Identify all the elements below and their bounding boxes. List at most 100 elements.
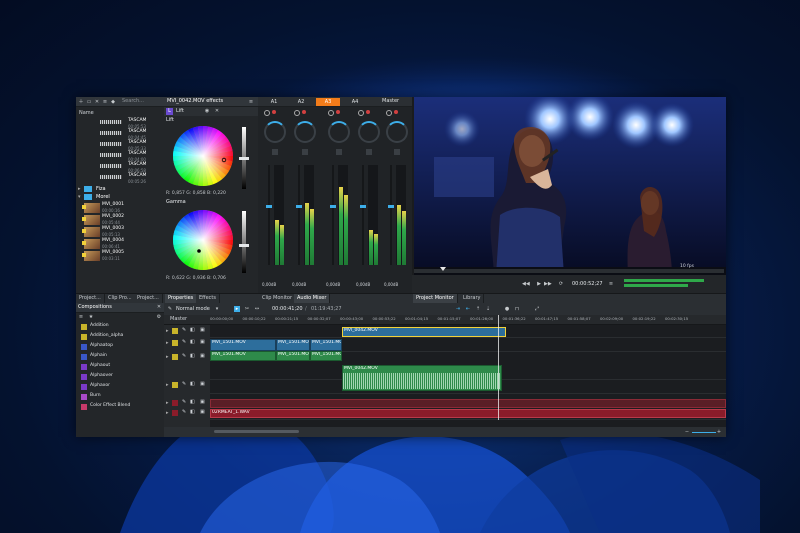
composition-item[interactable]: Alphaover bbox=[90, 373, 113, 379]
fader-handle[interactable] bbox=[360, 205, 366, 208]
timeline-ruler[interactable]: Master 00:00:00;00 00:00:10;22 00:00:21;15… bbox=[164, 315, 726, 325]
fader-track[interactable] bbox=[362, 165, 364, 265]
composition-item[interactable]: Alphain bbox=[90, 353, 107, 359]
chevron-icon[interactable]: ▸ bbox=[78, 187, 81, 192]
mixer-channel-tab[interactable]: A1 bbox=[262, 98, 286, 106]
track-expand-icon[interactable]: ▸ bbox=[166, 355, 169, 360]
bin-search-input[interactable]: Search... bbox=[122, 99, 144, 104]
fader-handle[interactable] bbox=[266, 205, 272, 208]
fader-track[interactable] bbox=[268, 165, 270, 265]
tab-project-monitor[interactable]: Project Monitor bbox=[413, 294, 458, 303]
track-lock-icon[interactable]: ▣ bbox=[200, 328, 205, 333]
lift-icon[interactable]: ⇡ bbox=[475, 306, 481, 312]
mixer-channel-tab[interactable]: A3 bbox=[316, 98, 340, 106]
tab-audio-mixer[interactable]: Audio Mixer bbox=[294, 294, 331, 303]
loop-icon[interactable]: ⟳ bbox=[558, 281, 564, 287]
timeline-clip-v2[interactable]: MVI_1501.MOV bbox=[210, 339, 276, 351]
star-icon[interactable]: ★ bbox=[88, 314, 94, 320]
spacer-tool-icon[interactable]: ↔ bbox=[254, 306, 260, 312]
composition-item[interactable]: Color Effect Blend bbox=[90, 403, 130, 409]
delete-icon[interactable]: ✕ bbox=[94, 99, 100, 105]
timeline-scrollbar[interactable] bbox=[214, 430, 299, 433]
fader-track[interactable] bbox=[298, 165, 300, 265]
zoom-out-icon[interactable]: − bbox=[684, 429, 690, 435]
monitor-ruler[interactable] bbox=[414, 269, 724, 273]
monitor-timecode[interactable]: 00:00:52;27 bbox=[572, 282, 603, 287]
timeline-clip-a2[interactable]: MVI_0042.MOV bbox=[342, 365, 502, 391]
fader-handle[interactable] bbox=[330, 205, 336, 208]
headphone-icon[interactable] bbox=[328, 110, 334, 116]
track-visibility-icon[interactable]: ◧ bbox=[190, 382, 195, 387]
forward-icon[interactable]: ▶▶ bbox=[544, 281, 552, 287]
headphone-icon[interactable] bbox=[294, 110, 300, 116]
timeline-edit-icon[interactable]: ✎ bbox=[167, 306, 173, 312]
record-icon[interactable]: ● bbox=[504, 306, 510, 312]
bin-video-clip-name[interactable]: MVI_0001 bbox=[102, 202, 124, 208]
lift-color-wheel[interactable] bbox=[172, 125, 234, 187]
headphone-icon[interactable] bbox=[386, 110, 392, 116]
headphone-icon[interactable] bbox=[358, 110, 364, 116]
bin-audio-clip-name[interactable]: TASCAM bbox=[128, 162, 146, 168]
mixer-channel-tab[interactable]: A2 bbox=[289, 98, 313, 106]
track-expand-icon[interactable]: ▸ bbox=[166, 329, 169, 334]
fader-track[interactable] bbox=[332, 165, 334, 265]
timeline-clip-a3[interactable] bbox=[210, 399, 726, 408]
track-edit-icon[interactable]: ✎ bbox=[182, 354, 186, 359]
record-icon[interactable] bbox=[272, 110, 276, 114]
close-icon[interactable]: ✕ bbox=[214, 108, 220, 114]
chevron-icon[interactable]: ▾ bbox=[78, 195, 81, 200]
gamma-color-wheel[interactable] bbox=[172, 209, 234, 271]
add-clip-icon[interactable]: ＋ bbox=[78, 99, 84, 105]
bin-audio-clip-name[interactable]: TASCAM bbox=[128, 118, 146, 124]
bin-folder-name[interactable]: Fiza bbox=[96, 187, 106, 192]
select-tool-icon[interactable]: ▸ bbox=[234, 306, 240, 312]
fader-handle[interactable] bbox=[388, 205, 394, 208]
track-visibility-icon[interactable]: ◧ bbox=[190, 340, 195, 345]
play-icon[interactable]: ▶ bbox=[536, 281, 542, 287]
menu-icon[interactable]: ≡ bbox=[248, 99, 254, 105]
mute-icon[interactable] bbox=[272, 149, 278, 155]
bin-audio-clip-name[interactable]: TASCAM bbox=[128, 129, 146, 135]
track-expand-icon[interactable]: ▸ bbox=[166, 411, 169, 416]
track-expand-icon[interactable]: ▸ bbox=[166, 401, 169, 406]
composition-item[interactable]: Burn bbox=[90, 393, 101, 399]
tab-properties[interactable]: Properties bbox=[165, 294, 198, 303]
timeline-clip-a1[interactable]: MVI_1501.MOV bbox=[276, 351, 310, 361]
insert-icon[interactable]: ⇥ bbox=[455, 306, 461, 312]
zoom-fit-icon[interactable]: ⤢ bbox=[534, 306, 540, 312]
timeline-clip-a4[interactable]: 02RMEAT_1.WAV bbox=[210, 409, 726, 418]
composition-item[interactable]: Addition bbox=[90, 323, 109, 329]
timeline-clip-v2[interactable]: MVI_1501.MOV bbox=[310, 339, 342, 351]
bin-audio-clip-name[interactable]: TASCAM bbox=[128, 151, 146, 157]
bin-video-clip-name[interactable]: MVI_0004 bbox=[102, 238, 124, 244]
extract-icon[interactable]: ⇣ bbox=[485, 306, 491, 312]
mute-icon[interactable] bbox=[302, 149, 308, 155]
bin-video-clip-name[interactable]: MVI_0005 bbox=[102, 250, 124, 256]
tag-icon[interactable]: ◆ bbox=[110, 99, 116, 105]
chevron-down-icon[interactable]: ▾ bbox=[214, 306, 220, 312]
list-view-icon[interactable]: ≡ bbox=[102, 99, 108, 105]
track-expand-icon[interactable]: ▸ bbox=[166, 341, 169, 346]
overwrite-icon[interactable]: ⇤ bbox=[465, 306, 471, 312]
timeline-clip-v1[interactable]: MVI_0042.MOV bbox=[342, 327, 506, 337]
gamma-luma-slider[interactable] bbox=[242, 211, 246, 273]
fader-track[interactable] bbox=[390, 165, 392, 265]
panel-settings-icon[interactable]: ⚙ bbox=[156, 314, 162, 320]
eye-icon[interactable]: ◉ bbox=[204, 108, 210, 114]
tab-clip-monitor[interactable]: Clip Monitor bbox=[259, 294, 297, 303]
track-expand-icon[interactable]: ▸ bbox=[166, 383, 169, 388]
composition-item[interactable]: Addition_alpha bbox=[90, 333, 123, 339]
tab-project-bin[interactable]: Project... bbox=[76, 294, 105, 303]
gamma-slider-handle[interactable] bbox=[239, 244, 249, 247]
record-icon[interactable] bbox=[394, 110, 398, 114]
headphone-icon[interactable] bbox=[264, 110, 270, 116]
track-visibility-icon[interactable]: ◧ bbox=[190, 328, 195, 333]
composition-item[interactable]: Alphaout bbox=[90, 363, 110, 369]
snap-icon[interactable]: ⊓ bbox=[514, 306, 520, 312]
tab-project-notes[interactable]: Project... bbox=[134, 294, 163, 303]
zoom-slider[interactable] bbox=[692, 432, 716, 433]
tab-effects[interactable]: Effects bbox=[196, 294, 220, 303]
pan-knob[interactable] bbox=[386, 121, 408, 143]
pan-knob[interactable] bbox=[264, 121, 286, 143]
track-lock-icon[interactable]: ▣ bbox=[200, 382, 205, 387]
